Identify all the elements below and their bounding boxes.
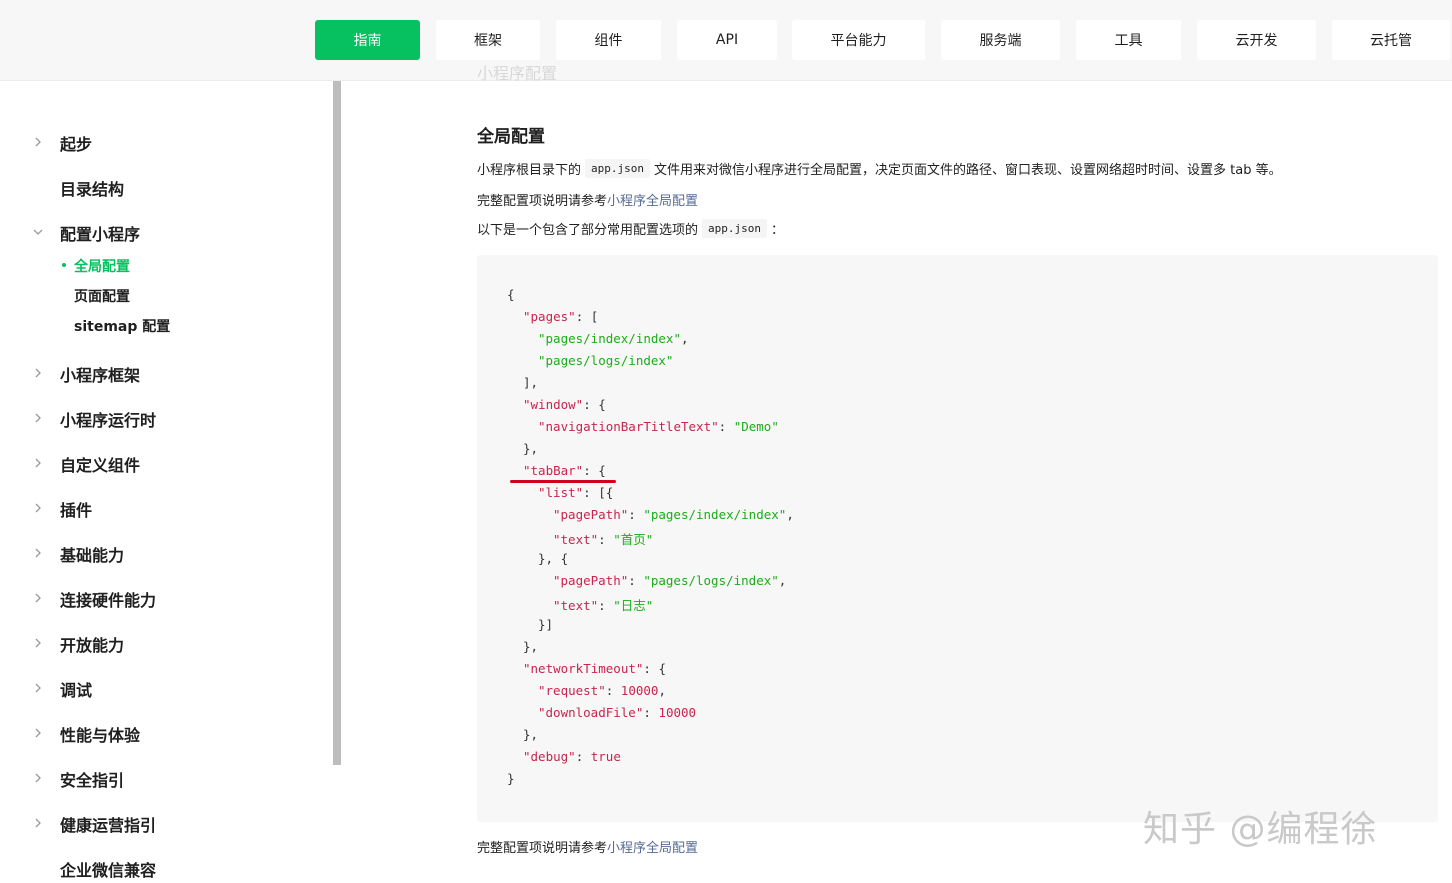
- chevron-right-icon: [33, 728, 43, 738]
- code-line: "text": "首页": [553, 532, 654, 547]
- code-line: "list": [{: [538, 485, 614, 500]
- page-heading: 全局配置: [477, 127, 545, 147]
- code-line: "pages/index/index",: [538, 331, 689, 346]
- code-line: }: [507, 771, 515, 786]
- sidebar-item-label: 基础能力: [60, 546, 125, 565]
- reference-text: 完整配置项说明请参考: [477, 194, 608, 209]
- code-line: "pages/logs/index": [538, 353, 674, 368]
- sidebar-subitem-page[interactable]: 页面配置: [74, 286, 130, 306]
- sidebar-item-label: 自定义组件: [60, 456, 141, 475]
- intro-text-after: 文件用来对微信小程序进行全局配置，决定页面文件的路径、窗口表现、设置网络超时时间…: [654, 163, 1282, 178]
- chevron-right-icon: [33, 503, 43, 513]
- inline-code: app.json: [702, 219, 767, 238]
- chevron-right-icon: [33, 413, 43, 423]
- top-nav: 指南 框架 组件 API 平台能力 服务端 工具 云开发 云托管: [0, 0, 1452, 81]
- active-dot-icon: [62, 263, 66, 267]
- sidebar-item-label: 健康运营指引: [60, 816, 157, 835]
- sidebar-item-label: 小程序运行时: [60, 411, 157, 430]
- reference-paragraph: 完整配置项说明请参考 小程序全局配置: [477, 190, 698, 209]
- code-line: },: [523, 639, 539, 654]
- code-line: "request": 10000,: [538, 683, 666, 698]
- code-line: "window": {: [523, 397, 606, 412]
- code-line: },: [523, 727, 539, 742]
- sidebar: [0, 81, 333, 883]
- watermark: 知乎 @编程徐: [1143, 809, 1378, 850]
- sidebar-subitem-global[interactable]: 全局配置: [74, 256, 130, 276]
- code-line: "debug": true: [523, 749, 621, 764]
- sidebar-item-label: 企业微信兼容: [60, 861, 157, 880]
- code-line: {: [507, 287, 515, 302]
- sidebar-item-label: 性能与体验: [60, 726, 141, 745]
- chevron-down-icon: [33, 227, 43, 237]
- tab-tools[interactable]: 工具: [1076, 20, 1181, 60]
- sidebar-item-label: 调试: [60, 681, 93, 700]
- example-text-after: ：: [771, 223, 785, 238]
- chevron-right-icon: [33, 683, 43, 693]
- global-config-link[interactable]: 小程序全局配置: [607, 837, 698, 856]
- code-line: "pages": [: [523, 309, 599, 324]
- sidebar-item-label: 插件: [60, 501, 93, 520]
- section-title-faded: 小程序配置: [477, 64, 558, 83]
- code-line: "tabBar": {: [523, 463, 606, 478]
- code-line: }]: [538, 617, 554, 632]
- tab-server[interactable]: 服务端: [941, 20, 1060, 60]
- sidebar-item-label: 小程序框架: [60, 366, 141, 385]
- chevron-right-icon: [33, 368, 43, 378]
- highlight-underline: [510, 480, 616, 483]
- global-config-link[interactable]: 小程序全局配置: [607, 190, 698, 209]
- example-text-before: 以下是一个包含了部分常用配置选项的: [477, 223, 699, 238]
- sidebar-item-label: 起步: [60, 135, 93, 154]
- chevron-right-icon: [33, 548, 43, 558]
- chevron-right-icon: [33, 773, 43, 783]
- code-line: "networkTimeout": {: [523, 661, 667, 676]
- code-line: ],: [523, 375, 539, 390]
- tab-framework[interactable]: 框架: [436, 20, 540, 60]
- sidebar-scrollbar[interactable]: [333, 81, 341, 765]
- sidebar-item-label: 目录结构: [60, 180, 125, 199]
- code-line: }, {: [538, 551, 569, 566]
- tab-api[interactable]: API: [677, 20, 777, 60]
- reference-text: 完整配置项说明请参考: [477, 841, 608, 856]
- tab-cloud-hosting[interactable]: 云托管: [1332, 20, 1450, 60]
- chevron-right-icon: [33, 593, 43, 603]
- sidebar-subitem-sitemap[interactable]: sitemap 配置: [74, 316, 170, 336]
- tab-guide[interactable]: 指南: [315, 20, 420, 60]
- chevron-right-icon: [33, 818, 43, 828]
- code-line: "pagePath": "pages/logs/index",: [553, 573, 787, 588]
- sidebar-item-label: 安全指引: [60, 771, 125, 790]
- code-line: "pagePath": "pages/index/index",: [553, 507, 794, 522]
- chevron-right-icon: [33, 638, 43, 648]
- intro-text-before: 小程序根目录下的: [477, 163, 582, 178]
- inline-code: app.json: [585, 159, 650, 178]
- sidebar-item-label: 配置小程序: [60, 225, 141, 244]
- code-line: },: [523, 441, 539, 456]
- example-paragraph: 以下是一个包含了部分常用配置选项的 app.json ：: [477, 219, 784, 238]
- code-line: "text": "日志": [553, 598, 654, 613]
- tab-cloud-dev[interactable]: 云开发: [1197, 20, 1316, 60]
- tab-components[interactable]: 组件: [556, 20, 661, 60]
- code-line: "downloadFile": 10000: [538, 705, 697, 720]
- chevron-right-icon: [33, 458, 43, 468]
- tab-platform[interactable]: 平台能力: [792, 20, 925, 60]
- code-line: "navigationBarTitleText": "Demo": [538, 419, 779, 434]
- reference-paragraph-bottom: 完整配置项说明请参考 小程序全局配置: [477, 837, 698, 856]
- sidebar-item-label: 连接硬件能力: [60, 591, 157, 610]
- chevron-right-icon: [33, 137, 43, 147]
- sidebar-item-label: 开放能力: [60, 636, 125, 655]
- intro-paragraph: 小程序根目录下的 app.json 文件用来对微信小程序进行全局配置，决定页面文…: [477, 159, 1282, 178]
